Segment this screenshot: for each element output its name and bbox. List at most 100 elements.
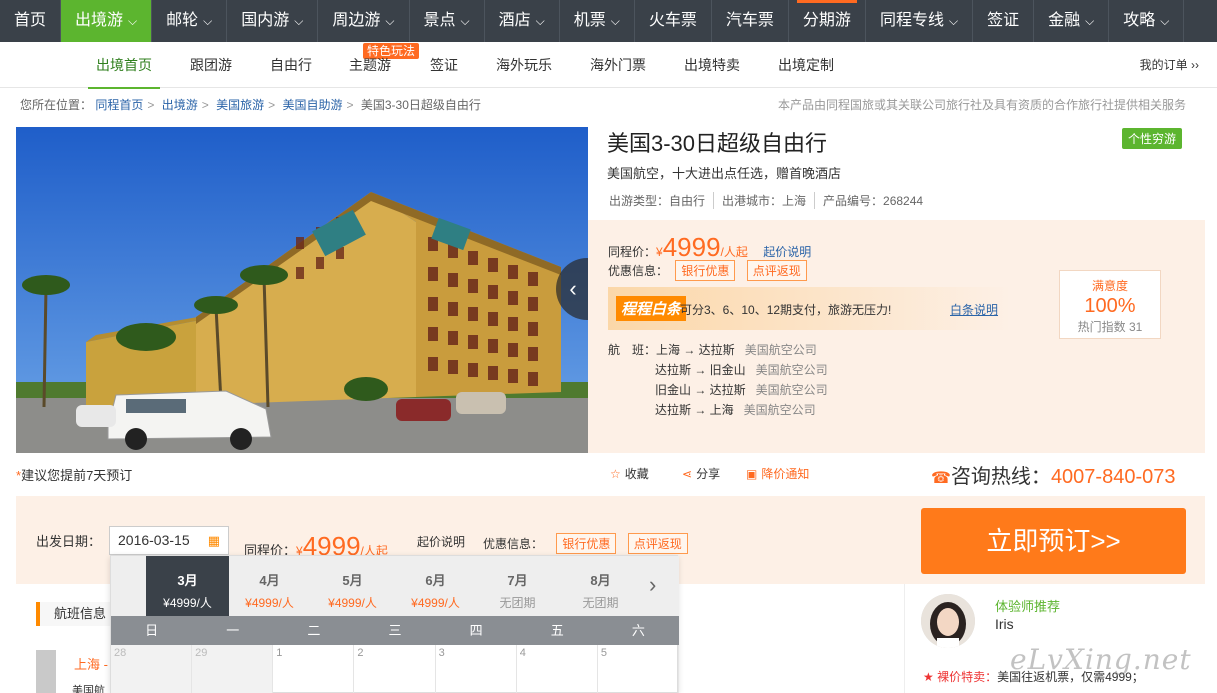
bank-discount-tag[interactable]: 银行优惠 (675, 260, 736, 281)
avatar[interactable] (921, 594, 975, 648)
nav-item-label: 火车票 (648, 12, 697, 29)
booking-bank-discount-tag[interactable]: 银行优惠 (556, 533, 617, 554)
chevron-down-icon: ⌵ (128, 14, 138, 28)
month-price: ¥4999/人 (328, 596, 377, 610)
installment-info-link[interactable]: 白条说明 (950, 301, 998, 318)
subnav-item-3[interactable]: 主题游 (349, 42, 391, 88)
month-tab[interactable]: 5月 ¥4999/人 (311, 556, 394, 616)
flight-route: 达拉斯 → 旧金山 (655, 363, 746, 377)
month-price: 无团期 (582, 596, 619, 610)
flight-row-2: 达拉斯 → 旧金山 美国航空公司 (655, 361, 828, 378)
share-button[interactable]: ⋖ 分享 (682, 465, 720, 482)
calendar-day[interactable]: 5 (598, 645, 679, 693)
price-label: 同程价： (608, 245, 657, 259)
nav-item-5[interactable]: 景点 ⌵ (410, 0, 485, 42)
timeline-bar (36, 650, 56, 693)
product-meta: 出游类型：自由行 出港城市：上海 产品编号：268244 (609, 192, 931, 209)
departure-date-input[interactable]: 2016-03-15 ▦ (109, 526, 229, 555)
subnav-item-6[interactable]: 海外门票 (590, 42, 646, 88)
nav-item-label: 国内游 (241, 12, 290, 29)
nav-item-6[interactable]: 酒店 ⌵ (485, 0, 560, 42)
nav-item-1[interactable]: 出境游 ⌵ (61, 0, 153, 42)
breadcrumb-link-usa-independent[interactable]: 美国自助游 (282, 98, 342, 112)
nav-item-7[interactable]: 机票 ⌵ (560, 0, 635, 42)
top-navigation: 首页 出境游 ⌵ 邮轮 ⌵ 国内游 ⌵ 周边游 ⌵ 景点 ⌵ 酒店 ⌵ 机票 ⌵ 火车票 汽车票 分期游 同程专线 ⌵… (0, 0, 1217, 42)
nav-item-0[interactable]: 首页 (0, 0, 62, 42)
chevron-left-icon: ‹ (569, 276, 577, 301)
price-alert-button[interactable]: ▣ 降价通知 (746, 465, 809, 482)
subnav-item-5[interactable]: 海外玩乐 (496, 42, 552, 88)
nav-item-13[interactable]: 金融 ⌵ (1034, 0, 1110, 42)
subnav-item-8[interactable]: 出境定制 (778, 42, 834, 88)
month-price: ¥4999/人 (163, 596, 212, 610)
subnav-item-0[interactable]: 出境首页 (88, 42, 160, 89)
month-label: 4月 (259, 573, 280, 588)
nav-item-4[interactable]: 周边游 ⌵ (318, 0, 410, 42)
subnav-item-2[interactable]: 自由行 (270, 42, 312, 88)
booking-review-cashback-tag[interactable]: 点评返现 (627, 533, 688, 554)
month-label: 3月 (177, 573, 198, 588)
nav-item-9[interactable]: 汽车票 (712, 0, 789, 42)
subnav-item-1[interactable]: 跟团游 (190, 42, 232, 88)
nav-item-label: 机票 (573, 12, 606, 29)
recommender-name: Iris (995, 616, 1014, 632)
flight-airline: 美国航空公司 (755, 363, 828, 377)
hotel-photo (16, 127, 588, 453)
breadcrumb-prefix: 您所在位置： (20, 98, 93, 112)
nav-item-12[interactable]: 签证 (973, 0, 1035, 42)
calendar-day[interactable]: 4 (517, 645, 598, 693)
nav-item-3[interactable]: 国内游 ⌵ (227, 0, 319, 42)
month-tab[interactable]: 4月 ¥4999/人 (228, 556, 311, 616)
price-explain-link[interactable]: 起价说明 (763, 245, 811, 259)
nav-item-label: 攻略 (1123, 12, 1156, 29)
breadcrumb-link-outbound[interactable]: 出境游 (162, 98, 198, 112)
flight-airline-short: 美国航 (72, 685, 105, 693)
month-label: 6月 (425, 573, 446, 588)
month-tabs: 3月 ¥4999/人 4月 ¥4999/人 5月 ¥4999/人 6月 ¥4999/人 7月 无团… (111, 556, 679, 616)
star-icon: ☆ (610, 467, 621, 481)
month-tab[interactable]: 3月 ¥4999/人 (146, 556, 229, 616)
nav-item-label: 出境游 (75, 12, 124, 29)
nav-item-8[interactable]: 火车票 (635, 0, 712, 42)
hotline-label: 咨询热线： (950, 466, 1051, 488)
nav-item-14[interactable]: 攻略 ⌵ (1109, 0, 1185, 42)
month-tab[interactable]: 6月 ¥4999/人 (394, 556, 477, 616)
booking-price-explain-link[interactable]: 起价说明 (417, 533, 465, 550)
month-tab[interactable]: 8月 无团期 (559, 556, 642, 616)
nav-item-11[interactable]: 同程专线 ⌵ (866, 0, 974, 42)
calendar-day[interactable]: 28 (111, 645, 193, 693)
book-now-button[interactable]: 立即预订>> (921, 508, 1186, 574)
subnav-item-7[interactable]: 出境特卖 (684, 42, 740, 88)
breadcrumb-link-home[interactable]: 同程首页 (95, 98, 143, 112)
review-cashback-tag[interactable]: 点评返现 (746, 260, 807, 281)
favorite-button[interactable]: ☆ 收藏 (610, 465, 649, 482)
next-months-button[interactable]: › (649, 572, 656, 598)
flight-route: 上海 → 达拉斯 (656, 343, 735, 357)
subnav-item-4[interactable]: 签证 (430, 42, 458, 88)
satisfaction-box: 满意度 100% 热门指数 31 (1059, 270, 1161, 339)
calendar-day[interactable]: 2 (354, 645, 436, 693)
price-value: 4999 (662, 232, 721, 262)
flight-airline: 美国航空公司 (755, 383, 828, 397)
calendar-day[interactable]: 3 (436, 645, 517, 693)
month-tab[interactable]: 7月 无团期 (476, 556, 559, 616)
product-title: 美国3-30日超级自由行 (607, 131, 828, 156)
nav-item-label: 首页 (14, 12, 47, 29)
weekday-label: 三 (388, 623, 402, 638)
price-unit: /人起 (720, 245, 748, 259)
flight-row-3: 旧金山 → 达拉斯 美国航空公司 (655, 381, 828, 398)
calendar-day[interactable]: 29 (192, 645, 274, 693)
flight-route: 旧金山 → 达拉斯 (655, 383, 746, 397)
nav-item-10[interactable]: 分期游 (789, 0, 866, 42)
calendar-day[interactable]: 1 (273, 645, 355, 693)
breadcrumb-link-usa-travel[interactable]: 美国旅游 (216, 98, 264, 112)
nav-item-2[interactable]: 邮轮 ⌵ (152, 0, 228, 42)
my-order-link[interactable]: 我的订单 ›› (1140, 42, 1199, 88)
advice-text: 建议您提前7天预订 (21, 468, 133, 483)
breadcrumb-current: 美国3-30日超级自由行 (360, 98, 481, 112)
installment-banner: 程程白条 可分3、6、10、12期支付，旅游无压力! 白条说明 (608, 287, 1012, 330)
nav-item-label: 周边游 (332, 12, 381, 29)
hotline-number: 4007-840-073 (1050, 466, 1176, 488)
weekday-label: 四 (469, 623, 483, 638)
watermark: eLvXing.net (1010, 643, 1192, 676)
